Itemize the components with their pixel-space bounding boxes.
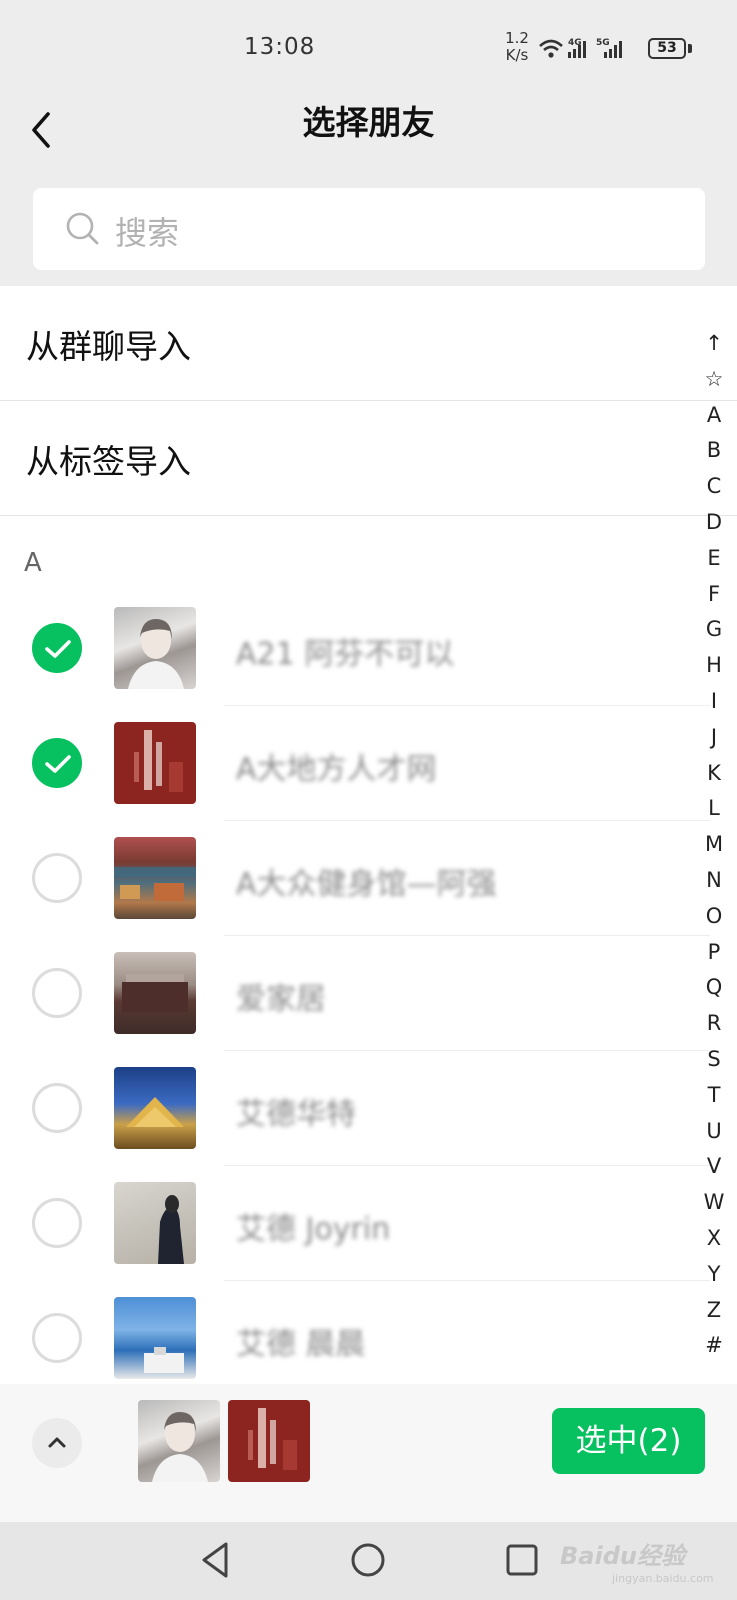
index-letter[interactable]: P: [694, 935, 734, 971]
alphabet-index-bar[interactable]: ↑ ☆ A B C D E F G H I J K L M N O P Q R S T U V W X Y Z #: [694, 326, 734, 1364]
contact-name: 艾德 Joyrin: [236, 1212, 391, 1247]
index-letter[interactable]: Y: [694, 1257, 734, 1293]
watermark-url: jingyan.baidu.com: [612, 1572, 714, 1585]
index-letter[interactable]: O: [694, 899, 734, 935]
contact-row[interactable]: 爱家居: [0, 936, 710, 1051]
import-from-group-chat[interactable]: 从群聊导入: [0, 286, 737, 401]
index-letter[interactable]: X: [694, 1221, 734, 1257]
contact-row[interactable]: 艾德华特: [0, 1051, 710, 1166]
index-letter[interactable]: Q: [694, 970, 734, 1006]
checkmark-icon: [45, 755, 71, 773]
import-from-tag[interactable]: 从标签导入: [0, 401, 737, 516]
index-letter[interactable]: S: [694, 1042, 734, 1078]
search-icon: [66, 212, 99, 245]
back-triangle-icon[interactable]: [196, 1538, 236, 1582]
avatar: [114, 1067, 196, 1149]
expand-selection-button[interactable]: [32, 1418, 82, 1468]
index-letter[interactable]: D: [694, 505, 734, 541]
avatar: [114, 1297, 196, 1379]
home-circle-icon[interactable]: [348, 1538, 388, 1582]
index-letter[interactable]: G: [694, 612, 734, 648]
index-letter[interactable]: J: [694, 720, 734, 756]
avatar: [114, 837, 196, 919]
index-letter[interactable]: A: [694, 398, 734, 434]
index-letter[interactable]: I: [694, 684, 734, 720]
contact-name: 艾德 晨晨: [236, 1327, 366, 1362]
checkbox[interactable]: [32, 1313, 82, 1363]
index-letter[interactable]: C: [694, 469, 734, 505]
index-letter[interactable]: Z: [694, 1293, 734, 1329]
selected-avatar[interactable]: [138, 1400, 220, 1482]
index-letter[interactable]: #: [694, 1328, 734, 1364]
contact-name: 爱家居: [236, 982, 326, 1017]
index-letter[interactable]: V: [694, 1149, 734, 1185]
import-from-tag-label: 从标签导入: [26, 442, 191, 481]
selection-bar: 选中(2): [0, 1384, 737, 1522]
page-title: 选择朋友: [302, 103, 435, 142]
watermark: Baidu经验: [560, 1542, 685, 1570]
checkbox[interactable]: [32, 1198, 82, 1248]
battery-tip: [688, 44, 692, 53]
checkbox-checked[interactable]: [32, 623, 82, 673]
recents-square-icon[interactable]: [502, 1538, 542, 1582]
avatar: [114, 722, 196, 804]
checkbox-checked[interactable]: [32, 738, 82, 788]
battery-icon: 53: [648, 38, 686, 59]
index-letter[interactable]: B: [694, 433, 734, 469]
network-speed-unit: K/s: [505, 46, 529, 64]
wifi-icon: [539, 39, 563, 58]
nav-bar: 选择朋友: [0, 90, 737, 174]
contact-name: A大众健身馆—阿强: [236, 867, 497, 902]
index-letter[interactable]: ↑: [694, 326, 734, 362]
index-letter[interactable]: K: [694, 756, 734, 792]
avatar: [114, 952, 196, 1034]
checkbox[interactable]: [32, 1083, 82, 1133]
index-letter[interactable]: W: [694, 1185, 734, 1221]
section-header: A: [24, 548, 42, 578]
chevron-up-icon: [48, 1437, 66, 1448]
checkmark-icon: [45, 640, 71, 658]
index-letter[interactable]: E: [694, 541, 734, 577]
contact-row[interactable]: A大众健身馆—阿强: [0, 821, 710, 936]
index-letter[interactable]: T: [694, 1078, 734, 1114]
status-time: 13:08: [244, 34, 316, 60]
contact-row[interactable]: 艾德 Joyrin: [0, 1166, 710, 1281]
search-placeholder: 搜索: [115, 214, 180, 252]
signal-2-label: 5G: [596, 38, 610, 48]
index-letter[interactable]: U: [694, 1114, 734, 1150]
signal-icons: 4G 5G: [539, 38, 622, 58]
checkbox[interactable]: [32, 853, 82, 903]
index-letter[interactable]: F: [694, 577, 734, 613]
contact-name: 艾德华特: [236, 1097, 356, 1132]
contact-list: 从群聊导入 从标签导入 A A21 阿芬不可以 A大地方人才网 A大众健身馆—阿…: [0, 286, 737, 1384]
network-speed: 1.2 K/s: [500, 30, 534, 64]
index-letter[interactable]: N: [694, 863, 734, 899]
import-from-group-chat-label: 从群聊导入: [26, 327, 191, 366]
contact-row[interactable]: A大地方人才网: [0, 706, 710, 821]
contact-row[interactable]: 艾德 晨晨: [0, 1281, 710, 1384]
network-speed-value: 1.2: [505, 29, 529, 47]
contact-name: A21 阿芬不可以: [236, 637, 455, 672]
checkbox[interactable]: [32, 968, 82, 1018]
search-input[interactable]: 搜索: [33, 188, 705, 270]
contact-name: A大地方人才网: [236, 752, 437, 787]
contact-row[interactable]: A21 阿芬不可以: [0, 591, 710, 706]
status-bar: 13:08 1.2 K/s 4G 5G 53: [0, 0, 737, 90]
index-letter[interactable]: ☆: [694, 362, 734, 398]
index-letter[interactable]: M: [694, 827, 734, 863]
confirm-selection-button[interactable]: 选中(2): [552, 1408, 705, 1474]
selected-avatar[interactable]: [228, 1400, 310, 1482]
avatar: [114, 607, 196, 689]
index-letter[interactable]: H: [694, 648, 734, 684]
avatar: [114, 1182, 196, 1264]
index-letter[interactable]: R: [694, 1006, 734, 1042]
index-letter[interactable]: L: [694, 791, 734, 827]
